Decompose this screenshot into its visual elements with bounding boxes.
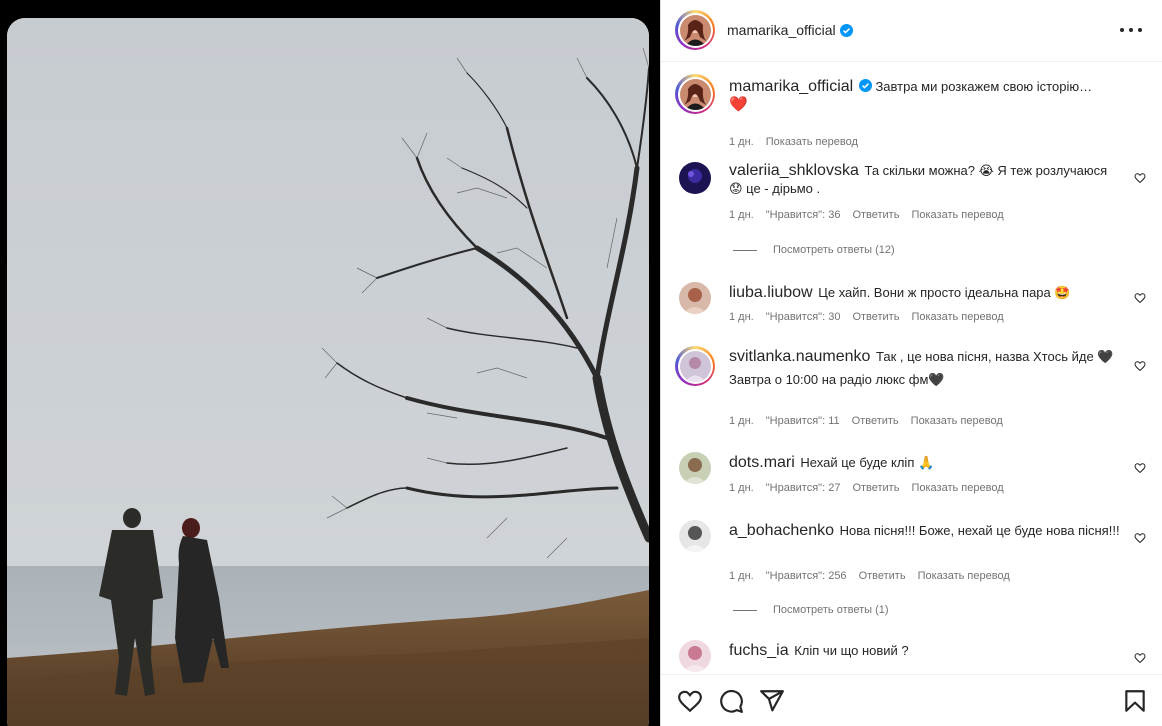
commenter-avatar[interactable]	[679, 640, 711, 672]
comment-likes[interactable]: "Нравится": 256	[766, 570, 847, 582]
comment-age[interactable]: 1 дн.	[729, 209, 754, 221]
caption-emoji: ❤️	[729, 96, 748, 113]
comment-translate-link[interactable]: Показать перевод	[911, 209, 1003, 221]
more-horizontal-icon	[1120, 28, 1124, 32]
photo-illustration	[7, 18, 649, 726]
comment-username[interactable]: fuchs_ia	[729, 642, 789, 659]
commenter-avatar[interactable]	[675, 346, 715, 386]
comment-like-heart-icon[interactable]	[1134, 292, 1146, 304]
header-username-row: mamarika_official	[727, 22, 853, 38]
replies-line	[733, 249, 757, 251]
comment-text-block: fuchs_ia Кліп чи що новий ?	[729, 642, 1122, 660]
verified-badge-icon	[858, 79, 872, 92]
comment-age[interactable]: 1 дн.	[729, 482, 754, 494]
comment-reply-link[interactable]: Ответить	[859, 570, 906, 582]
comment-likes[interactable]: "Нравится": 27	[766, 482, 841, 494]
verified-badge-icon	[839, 23, 853, 37]
bookmark-icon[interactable]	[1122, 688, 1148, 714]
comment-text: Кліп чи що новий ?	[794, 643, 909, 658]
author-username[interactable]: mamarika_official	[727, 22, 836, 38]
view-replies-button[interactable]: Посмотреть ответы (1)	[733, 604, 889, 616]
comment-text-second-line: Завтра о 10:00 на радіо люкс фм🖤	[729, 372, 945, 387]
commenter-avatar[interactable]	[679, 520, 711, 552]
comment-age[interactable]: 1 дн.	[729, 415, 754, 427]
comment-text: Це хайп. Вони ж просто ідеальна пара 🤩	[818, 285, 1071, 300]
comment-text: Нова пісня!!! Боже, нехай це буде нова п…	[839, 523, 1120, 538]
comment-translate-link[interactable]: Показать перевод	[911, 415, 1003, 427]
author-avatar[interactable]	[675, 10, 715, 50]
caption-avatar-image	[679, 78, 711, 110]
comment-like-heart-icon[interactable]	[1134, 652, 1146, 664]
post-media-pane	[0, 0, 660, 726]
comment-text-block: valeriia_shklovska Та скільки можна? 😭 Я…	[729, 162, 1122, 198]
comment-like-heart-icon[interactable]	[1134, 462, 1146, 474]
comment-meta: 1 дн. "Нравится": 36 Ответить Показать п…	[729, 209, 1004, 221]
comment-meta: 1 дн. "Нравится": 27 Ответить Показать п…	[729, 482, 1004, 494]
comment-username[interactable]: a_bohachenko	[729, 522, 834, 539]
comment-reply-link[interactable]: Ответить	[852, 209, 899, 221]
comment-like-heart-icon[interactable]	[1134, 532, 1146, 544]
view-replies-label: Посмотреть ответы (12)	[773, 244, 895, 256]
comment-translate-link[interactable]: Показать перевод	[911, 482, 1003, 494]
paper-plane-icon[interactable]	[759, 688, 785, 714]
comment-reply-link[interactable]: Ответить	[852, 482, 899, 494]
comment-text-block: svitlanka.naumenko Так , це нова пісня, …	[729, 348, 1122, 389]
caption-meta: 1 дн. Показать перевод	[729, 136, 858, 148]
caption-text: Завтра ми розкажем свою історію…	[875, 79, 1093, 94]
comment-text-block: liuba.liubow Це хайп. Вони ж просто ідеа…	[729, 284, 1122, 302]
comment-username[interactable]: svitlanka.naumenko	[729, 348, 870, 365]
caption-author-avatar[interactable]	[675, 74, 715, 114]
comment-username[interactable]: valeriia_shklovska	[729, 162, 859, 179]
caption-age[interactable]: 1 дн.	[729, 136, 754, 148]
comment-age[interactable]: 1 дн.	[729, 311, 754, 323]
comment-text-block: dots.mari Нехай це буде кліп 🙏	[729, 454, 1122, 472]
comment-text: Так , це нова пісня, назва Хтось йде 🖤	[876, 349, 1114, 364]
comment-age[interactable]: 1 дн.	[729, 570, 754, 582]
comment-meta: 1 дн. "Нравится": 11 Ответить Показать п…	[729, 415, 1003, 427]
post-action-bar	[661, 674, 1162, 726]
comment-likes[interactable]: "Нравится": 30	[766, 311, 841, 323]
comments-panel: mamarika_official mamarika_official Завт…	[660, 0, 1162, 726]
comments-list[interactable]: mamarika_official Завтра ми розкажем сво…	[661, 62, 1162, 674]
comment-like-heart-icon[interactable]	[1134, 360, 1146, 372]
more-options-button[interactable]	[1120, 20, 1142, 40]
comment-like-heart-icon[interactable]	[1134, 172, 1146, 184]
post-photo[interactable]	[7, 18, 649, 726]
comment-likes[interactable]: "Нравится": 11	[766, 415, 840, 427]
comment-translate-link[interactable]: Показать перевод	[911, 311, 1003, 323]
replies-line	[733, 609, 757, 611]
comment-username[interactable]: dots.mari	[729, 454, 795, 471]
author-avatar-image	[679, 14, 711, 46]
comment-icon[interactable]	[718, 688, 744, 714]
comment-text-block: a_bohachenko Нова пісня!!! Боже, нехай ц…	[729, 522, 1122, 540]
caption-translate-link[interactable]: Показать перевод	[766, 136, 858, 148]
comment-likes[interactable]: "Нравится": 36	[766, 209, 841, 221]
caption-username[interactable]: mamarika_official	[729, 78, 853, 95]
caption-text-block: mamarika_official Завтра ми розкажем сво…	[729, 78, 1122, 114]
commenter-avatar[interactable]	[679, 452, 711, 484]
comment-reply-link[interactable]: Ответить	[852, 311, 899, 323]
more-dot	[1138, 28, 1142, 32]
post-header: mamarika_official	[661, 0, 1162, 62]
comment-meta: 1 дн. "Нравится": 30 Ответить Показать п…	[729, 311, 1004, 323]
commenter-avatar[interactable]	[679, 162, 711, 194]
view-replies-label: Посмотреть ответы (1)	[773, 604, 889, 616]
comment-text: Нехай це буде кліп 🙏	[800, 455, 935, 470]
commenter-avatar-image	[679, 350, 711, 382]
heart-icon[interactable]	[677, 688, 703, 714]
comment-username[interactable]: liuba.liubow	[729, 284, 813, 301]
view-replies-button[interactable]: Посмотреть ответы (12)	[733, 244, 895, 256]
comment-translate-link[interactable]: Показать перевод	[918, 570, 1010, 582]
commenter-avatar[interactable]	[679, 282, 711, 314]
comment-reply-link[interactable]: Ответить	[852, 415, 899, 427]
more-dot	[1129, 28, 1133, 32]
comment-meta: 1 дн. "Нравится": 256 Ответить Показать …	[729, 570, 1010, 582]
